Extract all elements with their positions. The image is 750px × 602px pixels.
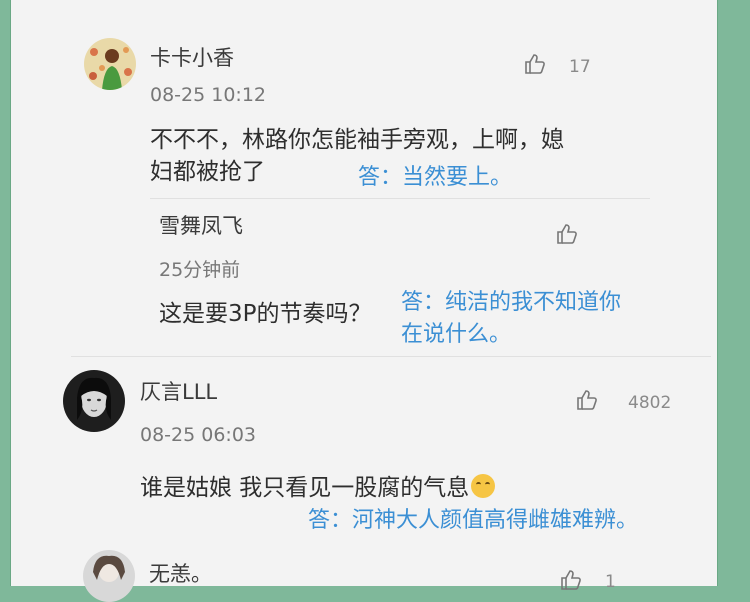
- like-icon[interactable]: [523, 52, 547, 76]
- comment-panel: 卡卡小香 17 08-25 10:12 不不不，林路你怎能袖手旁观，上啊，媳 妇…: [10, 0, 718, 602]
- like-icon[interactable]: [575, 388, 599, 412]
- comment-author[interactable]: 无恙。: [149, 558, 212, 588]
- answer-note: 答：当然要上。: [358, 165, 513, 190]
- comment-text-body: 谁是姑娘 我只看见一股腐的气息: [140, 475, 470, 501]
- comment-text: 不不不，林路你怎能袖手旁观，上啊，媳: [150, 127, 564, 153]
- reply-author[interactable]: 雪舞凤飞: [159, 210, 243, 240]
- answer-note: 答：纯洁的我不知道你: [401, 290, 622, 315]
- comment-author[interactable]: 仄言LLL: [140, 376, 217, 406]
- reply-time: 25分钟前: [159, 259, 241, 281]
- answer-note: 在说什么。: [401, 322, 512, 347]
- avatar[interactable]: [63, 370, 125, 432]
- divider: [150, 198, 650, 199]
- like-count: 1: [605, 572, 616, 592]
- comment-time: 08-25 06:03: [140, 424, 257, 446]
- comment-author[interactable]: 卡卡小香: [150, 42, 234, 72]
- comment-time: 08-25 10:12: [150, 84, 267, 106]
- like-count: 17: [569, 57, 591, 77]
- avatar[interactable]: [83, 550, 135, 602]
- divider: [71, 356, 711, 357]
- reply-text: 这是要3P的节奏吗？: [159, 301, 372, 327]
- answer-note: 答：河神大人颜值高得雌雄难辨。: [308, 508, 639, 533]
- like-icon[interactable]: [555, 222, 579, 246]
- comment-text: 妇都被抢了: [150, 159, 265, 185]
- like-count: 4802: [628, 393, 672, 413]
- avatar[interactable]: [84, 38, 136, 90]
- comment-text: 谁是姑娘 我只看见一股腐的气息: [140, 472, 496, 504]
- like-icon[interactable]: [559, 568, 583, 592]
- laughing-crying-emoji-icon: [471, 474, 496, 498]
